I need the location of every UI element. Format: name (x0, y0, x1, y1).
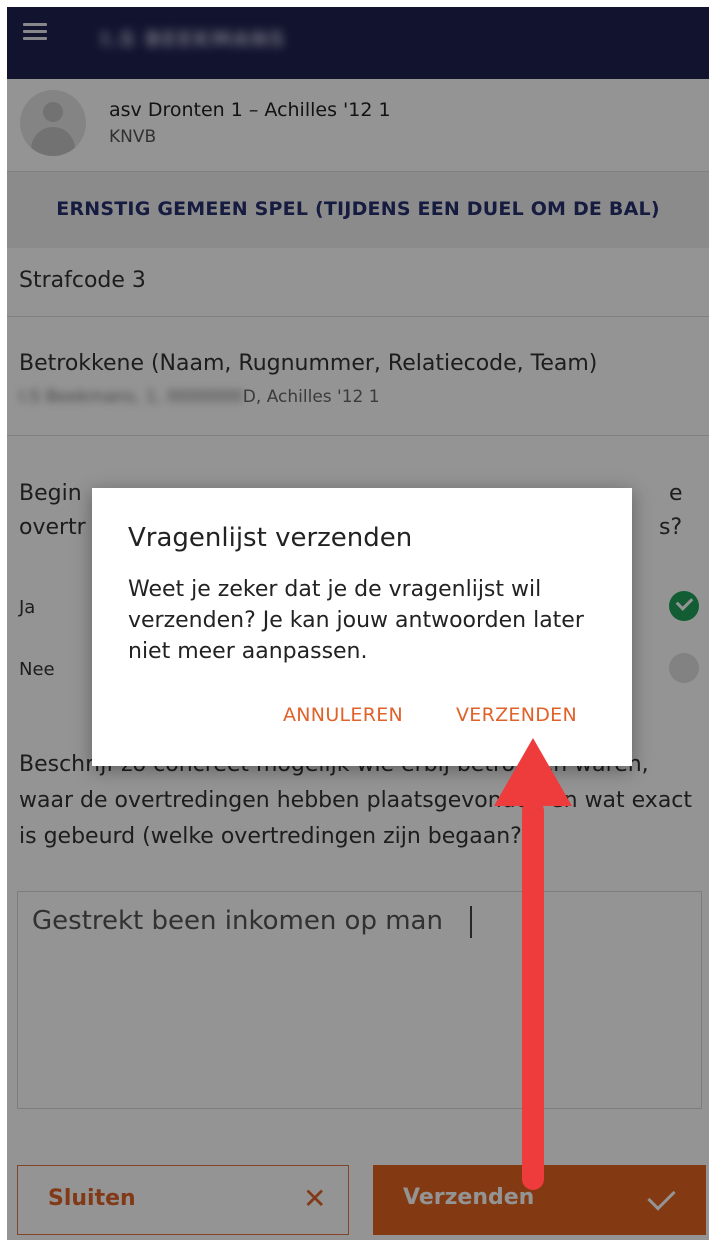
dialog-cancel-button[interactable]: ANNULEREN (283, 704, 403, 726)
confirm-dialog: Vragenlijst verzenden Weet je zeker dat … (92, 488, 632, 766)
dialog-title: Vragenlijst verzenden (128, 523, 413, 553)
dialog-confirm-button[interactable]: VERZENDEN (456, 704, 577, 726)
app-screen: I.S BEEKMANS asv Dronten 1 – Achilles '1… (7, 7, 709, 1240)
dialog-message: Weet je zeker dat je de vragenlijst wil … (128, 577, 584, 664)
dialog-actions: ANNULEREN VERZENDEN (92, 704, 632, 734)
